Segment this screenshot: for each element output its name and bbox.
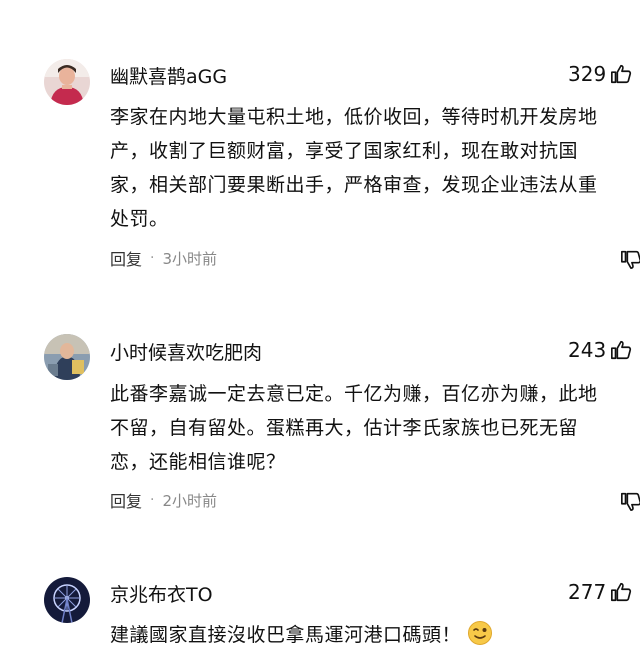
like-count: 329 [568, 62, 607, 86]
like-count: 243 [568, 338, 607, 362]
comment-text: 此番李嘉诚一定去意已定。千亿为赚，百亿亦为赚，此地 不留，自有留处。蛋糕再大，估… [110, 377, 640, 479]
comment-text: 李家在内地大量屯积土地，低价收回，等待时机开发房地 产，收割了巨额财富，享受了国… [110, 100, 640, 236]
thumbs-up-icon [611, 340, 632, 360]
comment-line: 此番李嘉诚一定去意已定。千亿为赚，百亿亦为赚，此地 [110, 383, 598, 405]
user-avatar[interactable] [44, 334, 90, 380]
timestamp: 2小时前 [162, 491, 218, 510]
thumbs-down-icon[interactable] [620, 490, 640, 512]
comment-line: 李家在内地大量屯积土地，低价收回，等待时机开发房地 [110, 106, 598, 128]
user-avatar[interactable] [44, 577, 90, 623]
separator-dot: · [150, 492, 155, 508]
comment-line-text: 建議國家直接沒收巴拿馬運河港口碼頭！ [110, 624, 462, 646]
comment-line: 处罚。 [110, 208, 169, 230]
separator-dot: · [150, 250, 155, 266]
username[interactable]: 幽默喜鹊aGG [110, 62, 227, 89]
like-button[interactable]: 243 [568, 338, 632, 362]
like-count: 277 [568, 580, 607, 604]
comment-line: 恋，还能相信谁呢？ [110, 451, 286, 473]
like-button[interactable]: 329 [568, 62, 632, 86]
comment-line: 家，相关部门要果断出手，严格审查，发现企业违法从重 [110, 174, 598, 196]
thumbs-up-icon [611, 582, 632, 602]
comment-line: 建議國家直接沒收巴拿馬運河港口碼頭！ [110, 618, 640, 652]
reply-button[interactable]: 回复 [110, 488, 142, 512]
person-avatar-icon [44, 334, 90, 380]
comment-meta: 回复 · 2小时前 [110, 488, 217, 512]
wink-emoji-icon [468, 621, 493, 645]
like-button[interactable]: 277 [568, 580, 632, 604]
comment-meta: 回复 · 3小时前 [110, 246, 217, 270]
username[interactable]: 小时候喜欢吃肥肉 [110, 338, 262, 365]
timestamp: 3小时前 [162, 249, 218, 268]
comment-feed: 幽默喜鹊aGG 329 李家在内地大量屯积土地，低价收回，等待时机开发房地 产，… [0, 0, 640, 663]
person-avatar-icon [44, 59, 90, 105]
user-avatar[interactable] [44, 59, 90, 105]
comment-text: 建議國家直接沒收巴拿馬運河港口碼頭！ [110, 618, 640, 652]
ferris-wheel-avatar-icon [44, 577, 90, 623]
comment-line: 产，收割了巨额财富，享受了国家红利，现在敢对抗国 [110, 140, 579, 162]
thumbs-up-icon [611, 64, 632, 84]
username[interactable]: 京兆布衣TO [110, 580, 213, 607]
reply-button[interactable]: 回复 [110, 246, 142, 270]
comment-line: 不留，自有留处。蛋糕再大，估计李氏家族也已死无留 [110, 417, 579, 439]
thumbs-down-icon[interactable] [620, 248, 640, 270]
